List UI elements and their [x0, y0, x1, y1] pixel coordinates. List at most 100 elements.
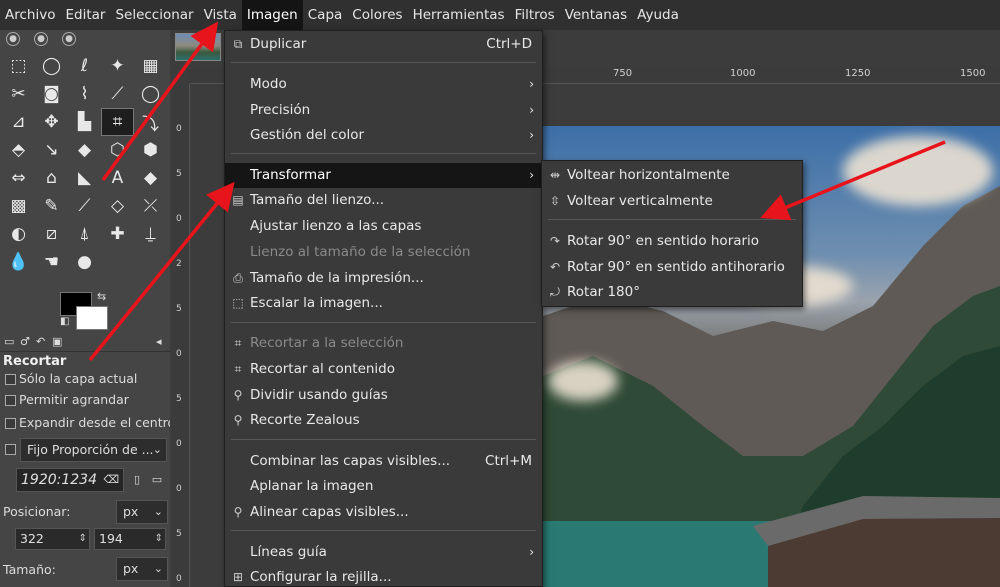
menu-item-flip-horizontal[interactable]: ⇹ Voltear horizontalmente: [542, 163, 802, 188]
position-y-field[interactable]: 194 ⇕: [94, 528, 166, 550]
color-select-icon[interactable]: ▦: [134, 52, 167, 80]
measure-icon[interactable]: ⊿: [2, 108, 35, 136]
menu-item-color-management[interactable]: Gestión del color ›: [225, 123, 542, 148]
rect-select-icon[interactable]: ⬚: [2, 52, 35, 80]
heal-icon[interactable]: ✚: [101, 220, 134, 248]
menu-item-mode[interactable]: Modo ›: [225, 72, 542, 97]
clone-icon[interactable]: ⍋: [68, 220, 101, 248]
eraser-icon[interactable]: ◇: [101, 192, 134, 220]
ink-icon[interactable]: ◐: [2, 220, 35, 248]
foreground-select-icon[interactable]: ◙: [35, 80, 68, 108]
scissors-icon[interactable]: ✂: [2, 80, 35, 108]
spinner-icon[interactable]: ⇕: [155, 529, 163, 549]
menu-item-configure-grid[interactable]: ⊞ Configurar la rejilla...: [225, 565, 542, 587]
paintbrush-icon[interactable]: ⟋: [68, 192, 101, 220]
menu-seleccionar[interactable]: Seleccionar: [110, 0, 198, 30]
menu-ayuda[interactable]: Ayuda: [632, 0, 684, 30]
menu-item-merge-visible[interactable]: Combinar las capas visibles... Ctrl+M: [225, 449, 542, 474]
menu-item-crop-to-content[interactable]: ⌗ Recortar al contenido: [225, 357, 542, 382]
allow-grow-checkbox[interactable]: [5, 395, 16, 406]
reset-colors-icon[interactable]: ◧: [60, 316, 69, 327]
image-tab-thumbnail[interactable]: [175, 33, 221, 61]
airbrush-icon[interactable]: ⤫: [134, 192, 167, 220]
menu-archivo[interactable]: Archivo: [0, 0, 60, 30]
gradient-icon[interactable]: ▩: [2, 192, 35, 220]
move-icon[interactable]: ✥: [35, 108, 68, 136]
scale-icon[interactable]: ⬘: [2, 136, 35, 164]
expand-center-checkbox[interactable]: [5, 418, 16, 429]
menu-item-label: Aplanar la imagen: [250, 478, 374, 494]
zoom-icon[interactable]: ◯: [134, 80, 167, 108]
menu-item-rotate-cw[interactable]: ↷ Rotar 90° en sentido horario: [542, 229, 802, 254]
menu-herramientas[interactable]: Herramientas: [408, 0, 510, 30]
text-icon[interactable]: A: [101, 164, 134, 192]
menu-item-label: Modo: [250, 76, 287, 92]
menu-item-duplicate[interactable]: ⧉ Duplicar Ctrl+D: [225, 32, 542, 57]
menu-item-rotate-ccw[interactable]: ↶ Rotar 90° en sentido antihorario: [542, 255, 802, 280]
ellipse-select-icon[interactable]: ◯: [35, 52, 68, 80]
menu-capa[interactable]: Capa: [303, 0, 348, 30]
landscape-icon[interactable]: ▭: [148, 468, 166, 492]
menu-item-flatten[interactable]: Aplanar la imagen: [225, 474, 542, 499]
menu-ventanas[interactable]: Ventanas: [560, 0, 632, 30]
fixed-aspect-combo[interactable]: Fijo Proporción de ... ⌄: [20, 438, 167, 462]
pencil-icon[interactable]: ✎: [35, 192, 68, 220]
flip-icon[interactable]: ⇔: [2, 164, 35, 192]
cage-icon[interactable]: ⌂: [35, 164, 68, 192]
menu-item-guides[interactable]: Líneas guía ›: [225, 540, 542, 565]
undo-history-tab-icon[interactable]: ↶: [36, 335, 45, 348]
device-status-tab-icon[interactable]: ♂: [20, 335, 30, 348]
position-x-field[interactable]: 322 ⇕: [15, 528, 90, 550]
background-color[interactable]: [76, 306, 108, 330]
crop-tool-icon[interactable]: ⌗: [101, 108, 134, 136]
menu-item-scale-image[interactable]: ⬚ Escalar la imagen...: [225, 291, 542, 316]
menu-imagen[interactable]: Imagen: [241, 0, 303, 30]
position-unit-combo[interactable]: px ⌄: [116, 500, 168, 524]
spinner-icon[interactable]: ⇕: [79, 529, 87, 549]
menu-item-print-size[interactable]: ⎙ Tamaño de la impresión...: [225, 266, 542, 291]
rotate-icon[interactable]: ⤵: [134, 108, 167, 136]
menu-item-label: Recortar al contenido: [250, 361, 396, 377]
current-layer-checkbox[interactable]: [5, 374, 16, 385]
menu-item-zealous-crop[interactable]: ⚲ Recorte Zealous: [225, 408, 542, 433]
menu-filtros[interactable]: Filtros: [510, 0, 560, 30]
menu-item-flip-vertical[interactable]: ⇳ Voltear verticalmente: [542, 189, 802, 214]
images-tab-icon[interactable]: ▣: [52, 335, 62, 348]
fuzzy-select-icon[interactable]: ✦: [101, 52, 134, 80]
smudge-icon[interactable]: ☚: [35, 248, 68, 276]
clear-icon[interactable]: ⌫: [103, 469, 119, 491]
menu-item-precision[interactable]: Precisión ›: [225, 98, 542, 123]
3d-transform-icon[interactable]: ⬡: [101, 136, 134, 164]
portrait-icon[interactable]: ▯: [128, 468, 146, 492]
color-picker-icon[interactable]: ⟋: [101, 80, 134, 108]
swap-colors-icon[interactable]: ⇆: [97, 290, 106, 303]
menu-editar[interactable]: Editar: [60, 0, 110, 30]
blur-icon[interactable]: 💧: [2, 248, 35, 276]
align-icon[interactable]: ▙: [68, 108, 101, 136]
unified-transform-icon[interactable]: ⬢: [134, 136, 167, 164]
perspective-icon[interactable]: ◆: [68, 136, 101, 164]
fixed-checkbox[interactable]: [5, 444, 16, 455]
menu-item-canvas-size[interactable]: ▤ Tamaño del lienzo...: [225, 188, 542, 213]
menu-item-transform[interactable]: Transformar ›: [225, 163, 542, 188]
perspective-clone-icon[interactable]: ⍊: [134, 220, 167, 248]
menu-item-rotate-180[interactable]: ⤾ Rotar 180°: [542, 280, 802, 305]
mypaint-brush-icon[interactable]: ⧄: [35, 220, 68, 248]
shear-icon[interactable]: ↘: [35, 136, 68, 164]
menu-vista[interactable]: Vista: [199, 0, 242, 30]
menu-item-fit-canvas-layers[interactable]: Ajustar lienzo a las capas: [225, 214, 542, 239]
size-unit-combo[interactable]: px ⌄: [116, 557, 168, 581]
tool-options-tab-icon[interactable]: ▭: [4, 335, 14, 348]
paths-icon[interactable]: ⌇: [68, 80, 101, 108]
menu-item-align-visible[interactable]: ⚲ Alinear capas visibles...: [225, 500, 542, 525]
menu-colores[interactable]: Colores: [347, 0, 407, 30]
configure-tab-icon[interactable]: ◂: [156, 335, 162, 348]
lasso-icon[interactable]: ℓ: [68, 52, 101, 80]
tool-grid: ⬚ ◯ ℓ ✦ ▦ ✂ ◙ ⌇ ⟋ ◯ ⊿ ✥ ▙ ⌗ ⤵ ⬘ ↘ ◆ ⬡ ⬢ …: [0, 52, 170, 276]
warp-icon[interactable]: ◣: [68, 164, 101, 192]
bucket-fill-icon[interactable]: ◆: [134, 164, 167, 192]
menu-item-guillotine[interactable]: ⚲ Dividir usando guías: [225, 383, 542, 408]
aspect-ratio-field[interactable]: 1920:1234 ⌫: [16, 468, 124, 492]
dodge-burn-icon[interactable]: ●: [68, 248, 101, 276]
menu-item-label: Combinar las capas visibles...: [250, 453, 451, 469]
